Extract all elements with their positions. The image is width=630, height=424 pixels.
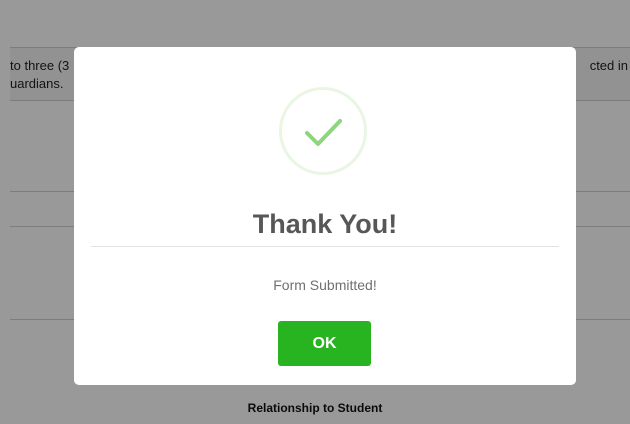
success-dialog: Thank You! Form Submitted! OK [74, 47, 576, 385]
checkmark-icon [305, 119, 342, 146]
dialog-title: Thank You! [252, 209, 398, 239]
dialog-message: Form Submitted! [273, 277, 377, 293]
success-icon-circle [279, 87, 367, 175]
dialog-divider [91, 246, 559, 247]
ok-button[interactable]: OK [278, 321, 371, 366]
